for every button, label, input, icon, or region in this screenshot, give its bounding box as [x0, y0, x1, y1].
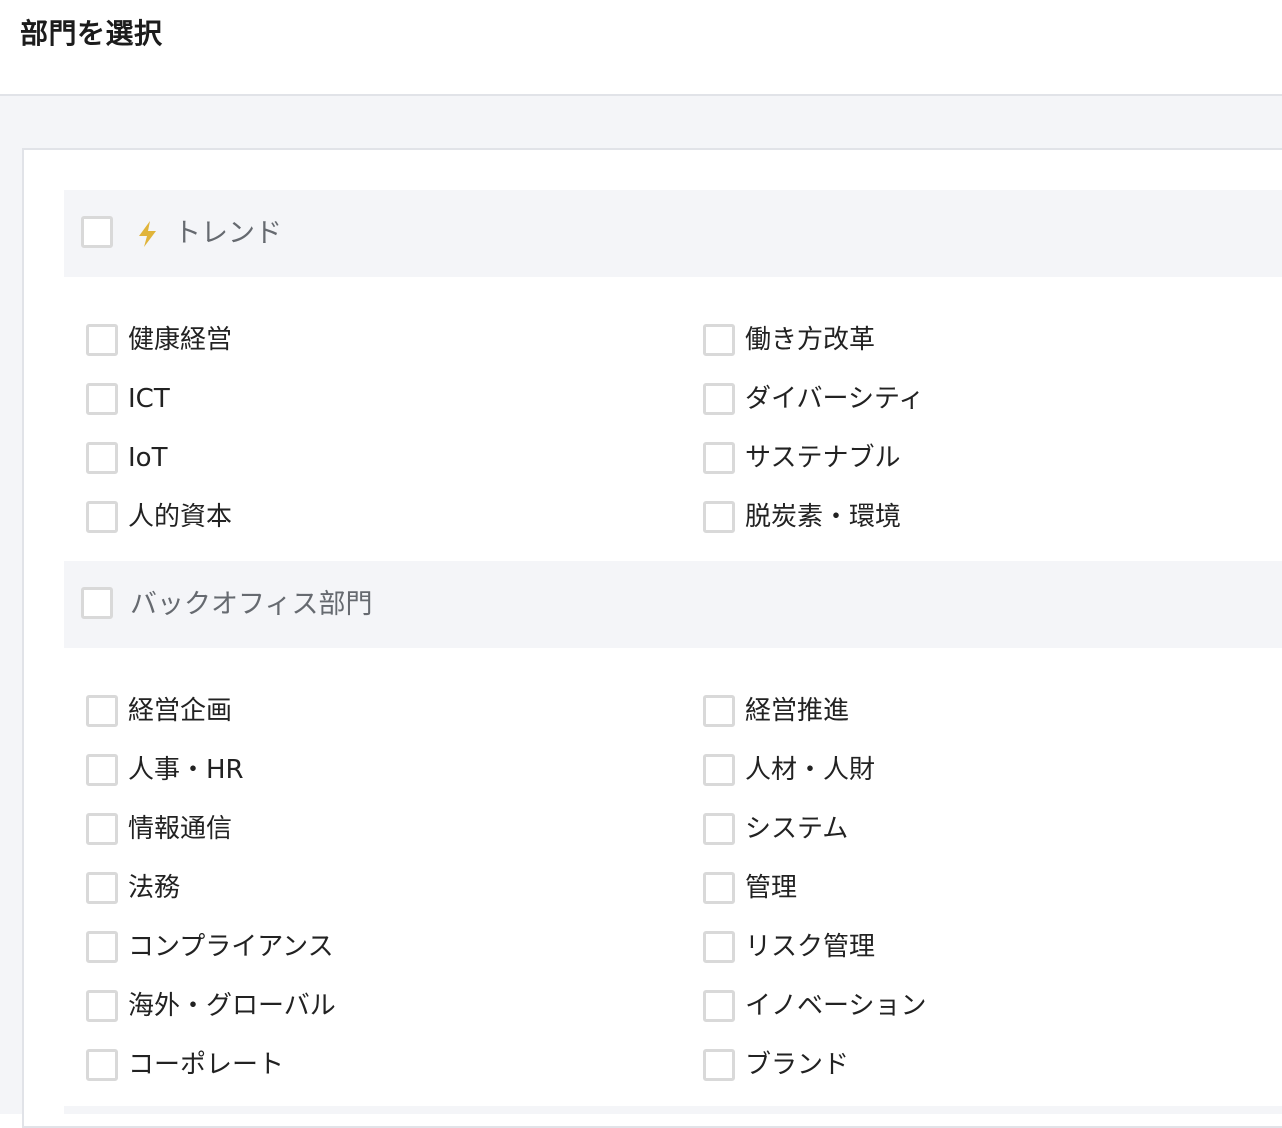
- option-label: ダイバーシティ: [745, 384, 925, 414]
- option-label: 管理: [745, 873, 798, 903]
- checkbox[interactable]: [86, 872, 118, 904]
- department-option-kenko-keiei[interactable]: 健康経営: [86, 320, 232, 360]
- checkbox[interactable]: [86, 990, 118, 1022]
- option-label: 経営推進: [745, 696, 850, 726]
- checkbox[interactable]: [703, 990, 735, 1022]
- department-option-diversity[interactable]: ダイバーシティ: [703, 379, 924, 419]
- option-label: 健康経営: [128, 325, 233, 355]
- department-option-sustainable[interactable]: サステナブル: [703, 438, 900, 478]
- department-option-legal[interactable]: 法務: [86, 868, 180, 908]
- department-option-iot[interactable]: IoT: [86, 438, 167, 478]
- department-option-system[interactable]: システム: [703, 809, 848, 849]
- department-option-compliance[interactable]: コンプライアンス: [86, 927, 334, 967]
- checkbox[interactable]: [703, 383, 735, 415]
- department-option-talent[interactable]: 人材・人財: [703, 750, 875, 790]
- option-label: コンプライアンス: [128, 932, 334, 962]
- department-option-decarbonization[interactable]: 脱炭素・環境: [703, 497, 901, 537]
- department-option-human-capital[interactable]: 人的資本: [86, 497, 232, 537]
- checkbox[interactable]: [703, 695, 735, 727]
- department-option-corporate-promotion[interactable]: 経営推進: [703, 691, 849, 731]
- section-label-trend: トレンド: [174, 218, 282, 249]
- section-header-back-office: バックオフィス部門: [64, 561, 1282, 648]
- option-label: 人材・人財: [745, 755, 876, 785]
- page-title: 部門を選択: [20, 17, 163, 50]
- department-option-information-communication[interactable]: 情報通信: [86, 809, 232, 849]
- section-header-trend: トレンド: [64, 190, 1282, 277]
- option-label: サステナブル: [745, 443, 901, 473]
- option-label: リスク管理: [745, 932, 876, 962]
- section-checkbox-back-office[interactable]: [81, 587, 113, 619]
- checkbox[interactable]: [86, 442, 118, 474]
- option-label: 海外・グローバル: [128, 991, 336, 1021]
- department-option-risk-management[interactable]: リスク管理: [703, 927, 875, 967]
- checkbox[interactable]: [703, 501, 735, 533]
- page-header: 部門を選択: [0, 0, 1282, 96]
- checkbox[interactable]: [86, 1049, 118, 1081]
- option-label: ICT: [128, 384, 170, 414]
- section-checkbox-trend[interactable]: [81, 216, 113, 248]
- checkbox[interactable]: [86, 695, 118, 727]
- option-label: 働き方改革: [745, 325, 876, 355]
- option-label: 人事・HR: [128, 755, 244, 785]
- section-label-back-office: バックオフィス部門: [130, 589, 373, 620]
- checkbox[interactable]: [703, 442, 735, 474]
- checkbox[interactable]: [86, 324, 118, 356]
- option-label: システム: [745, 814, 849, 844]
- option-label: 情報通信: [128, 814, 233, 844]
- department-option-brand[interactable]: ブランド: [703, 1045, 849, 1085]
- department-option-innovation[interactable]: イノベーション: [703, 986, 926, 1026]
- checkbox[interactable]: [86, 501, 118, 533]
- checkbox[interactable]: [703, 1049, 735, 1081]
- lightning-bolt-icon: [139, 221, 156, 247]
- department-option-management[interactable]: 管理: [703, 868, 797, 908]
- option-label: 法務: [128, 873, 181, 903]
- checkbox[interactable]: [703, 754, 735, 786]
- option-label: イノベーション: [745, 991, 927, 1021]
- department-option-hr[interactable]: 人事・HR: [86, 750, 244, 790]
- department-option-workstyle-reform[interactable]: 働き方改革: [703, 320, 875, 360]
- checkbox[interactable]: [703, 813, 735, 845]
- department-option-global[interactable]: 海外・グローバル: [86, 986, 336, 1026]
- department-option-ict[interactable]: ICT: [86, 379, 170, 419]
- checkbox[interactable]: [703, 324, 735, 356]
- checkbox[interactable]: [703, 931, 735, 963]
- option-label: 経営企画: [128, 696, 233, 726]
- option-label: 人的資本: [128, 502, 233, 532]
- checkbox[interactable]: [86, 754, 118, 786]
- checkbox[interactable]: [86, 813, 118, 845]
- checkbox[interactable]: [703, 872, 735, 904]
- option-label: 脱炭素・環境: [745, 502, 902, 532]
- department-option-corporate-planning[interactable]: 経営企画: [86, 691, 232, 731]
- option-label: ブランド: [745, 1050, 850, 1080]
- checkbox[interactable]: [86, 383, 118, 415]
- checkbox[interactable]: [86, 931, 118, 963]
- option-label: コーポレート: [128, 1050, 285, 1080]
- next-section-header-edge: [64, 1106, 1282, 1114]
- option-label: IoT: [128, 443, 168, 473]
- department-option-corporate[interactable]: コーポレート: [86, 1045, 284, 1085]
